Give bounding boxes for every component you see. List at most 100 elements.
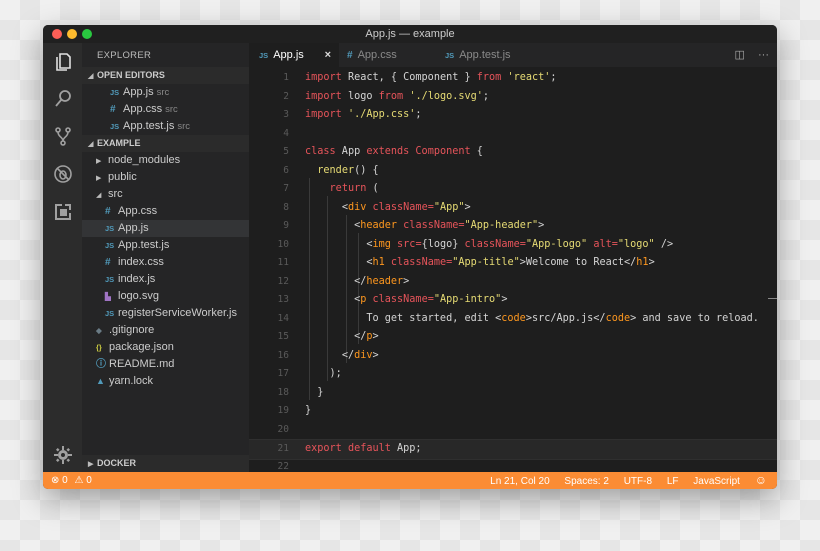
folder-src[interactable]: ◢ src bbox=[82, 186, 249, 203]
code-text: </div> bbox=[341, 349, 379, 361]
code-line[interactable]: 3 import './App.css'; bbox=[249, 106, 777, 125]
code-text: import './App.css'; bbox=[305, 109, 422, 120]
file-item[interactable]: {} package.json bbox=[82, 339, 249, 356]
file-item[interactable]: JS registerServiceWorker.js bbox=[82, 305, 249, 322]
js-file-icon: JS bbox=[110, 88, 120, 97]
more-actions-icon[interactable]: ··· bbox=[758, 49, 769, 61]
css-file-icon: # bbox=[105, 257, 111, 268]
line-number: 19 bbox=[277, 405, 289, 416]
js-file-icon: JS bbox=[445, 51, 455, 60]
yarn-file-icon: ▲ bbox=[96, 376, 105, 386]
line-ending[interactable]: LF bbox=[667, 476, 679, 487]
code-text: <div className="App"> bbox=[341, 201, 471, 213]
file-item[interactable]: # index.css bbox=[82, 254, 249, 271]
folder-public[interactable]: ▶ public bbox=[82, 169, 249, 186]
code-text: } bbox=[305, 386, 324, 398]
tab-app-test-js[interactable]: JS App.test.js bbox=[445, 43, 545, 67]
file-item[interactable]: ⓘ README.md bbox=[82, 356, 249, 373]
code-line[interactable]: 12 </header> bbox=[249, 273, 777, 292]
code-text: <p className="App-intro"> bbox=[354, 294, 508, 305]
file-item[interactable]: ▙ logo.svg bbox=[82, 288, 249, 305]
code-line[interactable]: 13 <p className="App-intro"> bbox=[249, 291, 777, 310]
file-item[interactable]: # App.css bbox=[82, 203, 249, 220]
code-line[interactable]: 11 <h1 className="App-title">Welcome to … bbox=[249, 254, 777, 273]
close-window-button[interactable] bbox=[52, 29, 62, 39]
search-icon[interactable] bbox=[52, 88, 74, 110]
line-number: 17 bbox=[277, 368, 289, 379]
code-line[interactable]: 14 To get started, edit <code>src/App.js… bbox=[249, 310, 777, 329]
line-number: 15 bbox=[277, 331, 289, 342]
code-line[interactable]: 18 } bbox=[249, 384, 777, 403]
file-item[interactable]: JS App.test.js bbox=[82, 237, 249, 254]
explorer-title: EXPLORER bbox=[97, 50, 152, 61]
code-text: ); bbox=[305, 368, 342, 379]
code-line[interactable]: 4 bbox=[249, 125, 777, 144]
window-title: App.js — example bbox=[365, 28, 455, 40]
warning-count[interactable]: 0 bbox=[86, 475, 92, 486]
close-icon[interactable]: × bbox=[325, 43, 331, 67]
file-item[interactable]: ▲ yarn.lock bbox=[82, 373, 249, 390]
extensions-icon[interactable] bbox=[52, 201, 74, 223]
code-line[interactable]: 20 bbox=[249, 421, 777, 440]
code-line[interactable]: 2 import logo from './logo.svg'; bbox=[249, 88, 777, 107]
code-line[interactable]: 7 return ( bbox=[249, 180, 777, 199]
error-icon[interactable]: ⊗ bbox=[51, 475, 59, 486]
code-line[interactable]: 17 ); bbox=[249, 365, 777, 384]
code-line[interactable]: 9 <header className="App-header"> bbox=[249, 217, 777, 236]
code-line[interactable]: 5 class App extends Component { bbox=[249, 143, 777, 162]
code-line[interactable]: 8 <div className="App"> bbox=[249, 199, 777, 218]
code-line[interactable]: 1 import React, { Component } from 'react… bbox=[249, 69, 777, 88]
code-text: export default App; bbox=[305, 443, 422, 454]
tab-app-css[interactable]: # App.css bbox=[347, 43, 437, 67]
open-editors-header[interactable]: ◢ OPEN EDITORS bbox=[82, 67, 249, 84]
code-line[interactable]: 16 </div> bbox=[249, 347, 777, 366]
maximize-window-button[interactable] bbox=[82, 29, 92, 39]
line-number: 7 bbox=[283, 183, 289, 194]
js-file-icon: JS bbox=[105, 224, 115, 233]
files-icon[interactable] bbox=[52, 51, 74, 73]
open-editor-item[interactable]: # App.css src bbox=[82, 101, 249, 118]
code-line[interactable]: 15 </p> bbox=[249, 328, 777, 347]
split-editor-icon[interactable]: ◫ bbox=[735, 49, 745, 61]
code-line[interactable]: 21 export default App; bbox=[249, 439, 777, 460]
tab-bar: JS App.js × # App.css JS App.test.js ◫ ··· bbox=[249, 43, 777, 67]
error-count[interactable]: 0 bbox=[62, 475, 68, 486]
cursor-position[interactable]: Ln 21, Col 20 bbox=[490, 476, 550, 487]
line-number: 10 bbox=[277, 238, 289, 250]
code-text: import logo from './logo.svg'; bbox=[305, 90, 490, 102]
file-item[interactable]: JS index.js bbox=[82, 271, 249, 288]
open-editor-item[interactable]: JS App.js src bbox=[82, 84, 249, 101]
js-file-icon: JS bbox=[105, 309, 115, 318]
language-mode[interactable]: JavaScript bbox=[693, 476, 740, 487]
folder-node-modules[interactable]: ▶ node_modules bbox=[82, 152, 249, 169]
debug-icon[interactable] bbox=[52, 163, 74, 185]
code-text: } bbox=[305, 405, 312, 416]
source-control-icon[interactable] bbox=[52, 125, 74, 147]
encoding[interactable]: UTF-8 bbox=[624, 476, 652, 487]
code-text: To get started, edit <code>src/App.js</c… bbox=[305, 312, 759, 324]
minimize-window-button[interactable] bbox=[67, 29, 77, 39]
line-number: 14 bbox=[277, 312, 289, 324]
explorer-sidebar: EXPLORER ◢ OPEN EDITORS JS App.js src # App.… bbox=[82, 43, 249, 472]
activity-bar bbox=[43, 43, 82, 472]
code-line[interactable]: 19} bbox=[249, 402, 777, 421]
chevron-down-icon: ◢ bbox=[96, 192, 102, 199]
indentation[interactable]: Spaces: 2 bbox=[564, 476, 608, 487]
code-line[interactable]: 6 render() { bbox=[249, 162, 777, 181]
line-number: 5 bbox=[283, 146, 289, 157]
code-line[interactable]: 10 <img src={logo} className="App-logo" … bbox=[249, 236, 777, 255]
js-file-icon: JS bbox=[105, 275, 115, 284]
gear-icon[interactable] bbox=[52, 444, 74, 466]
code-editor[interactable]: 1 import React, { Component } from 'react… bbox=[249, 67, 777, 472]
tab-app-js[interactable]: JS App.js × bbox=[249, 43, 339, 67]
feedback-icon[interactable]: ☺ bbox=[755, 473, 767, 487]
code-text: <img src={logo} className="App-logo" alt… bbox=[366, 238, 674, 250]
line-number: 20 bbox=[277, 423, 289, 435]
open-editor-item[interactable]: JS App.test.js src bbox=[82, 118, 249, 135]
file-item[interactable]: ◆ .gitignore bbox=[82, 322, 249, 339]
project-header[interactable]: ◢ EXAMPLE bbox=[82, 135, 249, 152]
docker-header[interactable]: ▶ DOCKER bbox=[82, 455, 249, 472]
warning-icon[interactable]: ⚠ bbox=[75, 475, 84, 486]
file-item-active[interactable]: JS App.js bbox=[82, 220, 249, 237]
line-number: 16 bbox=[277, 349, 289, 361]
